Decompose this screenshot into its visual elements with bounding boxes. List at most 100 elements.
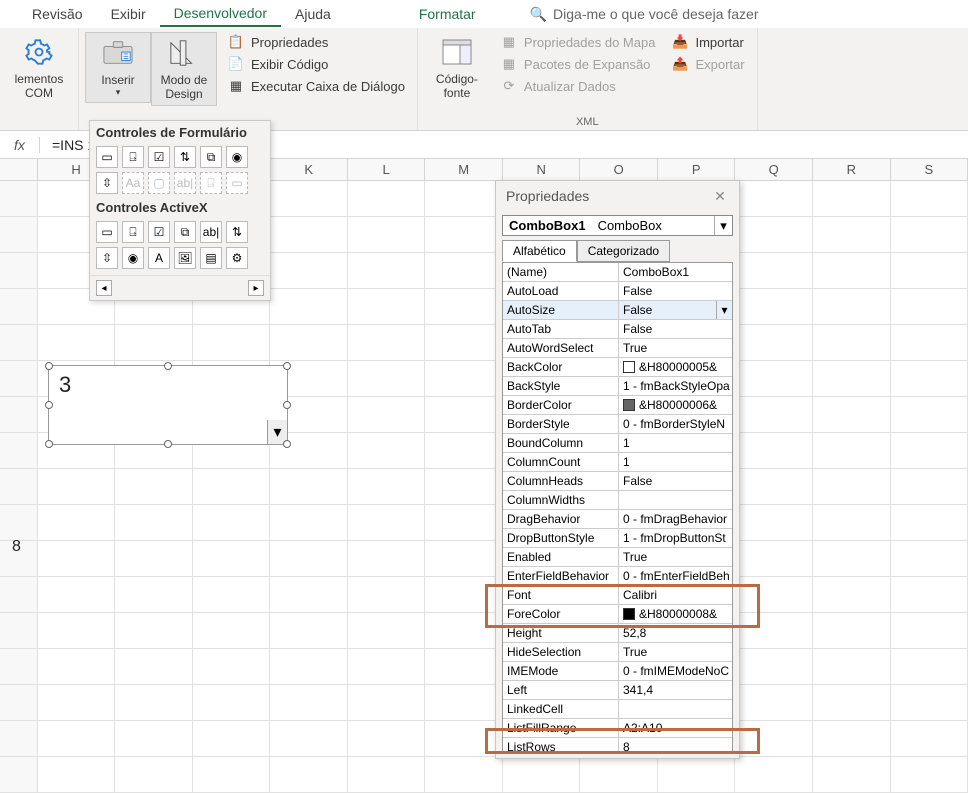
cell[interactable] [38, 325, 116, 361]
form-checkbox-icon[interactable]: ☑ [148, 146, 170, 168]
property-row[interactable]: BackColor&H80000005& [503, 358, 732, 377]
cell[interactable] [348, 181, 426, 217]
cell[interactable] [735, 253, 813, 289]
property-row[interactable]: (Name)ComboBox1 [503, 263, 732, 282]
cell[interactable] [193, 577, 271, 613]
fx-icon[interactable]: fx [0, 137, 40, 153]
tab-revisao[interactable]: Revisão [18, 2, 97, 26]
tab-categorized[interactable]: Categorizado [577, 240, 670, 262]
cell[interactable] [270, 757, 348, 793]
flyout-next-button[interactable]: ▸ [248, 280, 264, 296]
cell[interactable] [813, 541, 891, 577]
property-value[interactable]: False [619, 472, 732, 490]
cell[interactable] [813, 505, 891, 541]
xml-source-button[interactable]: Código- fonte [424, 32, 490, 104]
ax-combo-icon[interactable]: ⍈ [122, 221, 144, 243]
property-row[interactable]: Height52,8 [503, 624, 732, 643]
property-row[interactable]: EnabledTrue [503, 548, 732, 567]
ax-toggle-icon[interactable]: ▤ [200, 247, 222, 269]
property-row[interactable]: ColumnCount1 [503, 453, 732, 472]
cell[interactable] [115, 685, 193, 721]
cell[interactable] [735, 469, 813, 505]
property-value[interactable]: 8 [619, 738, 732, 752]
cell[interactable] [735, 289, 813, 325]
cell[interactable] [735, 721, 813, 757]
property-value[interactable]: True [619, 339, 732, 357]
property-value[interactable]: &H80000005& [619, 358, 732, 376]
property-value[interactable]: 0 - fmIMEModeNoC [619, 662, 732, 680]
cell[interactable] [425, 541, 503, 577]
property-value[interactable]: 0 - fmDragBehavior [619, 510, 732, 528]
cell[interactable] [735, 541, 813, 577]
cell[interactable] [425, 397, 503, 433]
cell[interactable] [348, 397, 426, 433]
property-row[interactable]: AutoLoadFalse [503, 282, 732, 301]
row-header[interactable] [0, 505, 38, 541]
cell[interactable] [425, 505, 503, 541]
close-icon[interactable]: ✕ [711, 187, 729, 205]
cell[interactable] [813, 757, 891, 793]
property-row[interactable]: AutoWordSelectTrue [503, 339, 732, 358]
cell[interactable] [193, 325, 271, 361]
cell[interactable] [425, 469, 503, 505]
cell[interactable] [813, 577, 891, 613]
tab-desenvolvedor[interactable]: Desenvolvedor [160, 1, 281, 27]
row-header[interactable] [0, 181, 38, 217]
property-row[interactable]: AutoSizeFalse▾ [503, 301, 732, 320]
property-value[interactable]: True [619, 548, 732, 566]
cell[interactable] [270, 541, 348, 577]
cell[interactable] [425, 757, 503, 793]
cell[interactable] [38, 685, 116, 721]
cell[interactable] [735, 505, 813, 541]
row-header[interactable] [0, 469, 38, 505]
cell[interactable] [891, 361, 968, 397]
cell[interactable] [735, 181, 813, 217]
cell[interactable] [425, 361, 503, 397]
cell[interactable] [193, 757, 271, 793]
view-code-button[interactable]: 📄 Exibir Código [221, 54, 411, 74]
cell[interactable] [891, 541, 968, 577]
row-header[interactable] [0, 361, 38, 397]
cell[interactable] [270, 505, 348, 541]
cell[interactable] [891, 757, 968, 793]
row-header[interactable] [0, 433, 38, 469]
cell[interactable] [115, 757, 193, 793]
tab-exibir[interactable]: Exibir [97, 2, 160, 26]
tab-formatar[interactable]: Formatar [405, 2, 490, 26]
property-row[interactable]: BackStyle1 - fmBackStyleOpa [503, 377, 732, 396]
properties-grid[interactable]: (Name)ComboBox1AutoLoadFalseAutoSizeFals… [502, 262, 733, 752]
cell[interactable] [891, 253, 968, 289]
cell[interactable] [270, 253, 348, 289]
property-value[interactable]: 1 [619, 453, 732, 471]
resize-handle[interactable] [45, 362, 53, 370]
cell[interactable] [425, 721, 503, 757]
property-row[interactable]: DragBehavior0 - fmDragBehavior [503, 510, 732, 529]
cell[interactable] [735, 613, 813, 649]
cell[interactable] [425, 649, 503, 685]
property-value[interactable]: &H80000006& [619, 396, 732, 414]
cell[interactable] [348, 217, 426, 253]
cell[interactable] [503, 757, 581, 793]
chevron-down-icon[interactable]: ▾ [716, 301, 732, 319]
form-scrollbar-icon[interactable]: ⇳ [96, 172, 118, 194]
cell[interactable] [735, 685, 813, 721]
cell[interactable] [735, 217, 813, 253]
cell[interactable] [38, 505, 116, 541]
property-row[interactable]: ColumnWidths [503, 491, 732, 510]
combobox-on-sheet[interactable]: 3 ▾ [48, 365, 288, 445]
cell[interactable] [348, 253, 426, 289]
col-R[interactable]: R [813, 159, 891, 180]
design-mode-button[interactable]: Modo de Design [151, 32, 217, 106]
col-Q[interactable]: Q [735, 159, 813, 180]
cell[interactable] [38, 613, 116, 649]
cell[interactable] [270, 685, 348, 721]
cell[interactable] [891, 685, 968, 721]
cell[interactable] [348, 757, 426, 793]
row-header[interactable] [0, 649, 38, 685]
cell[interactable] [348, 613, 426, 649]
cell[interactable] [425, 685, 503, 721]
cell[interactable] [115, 613, 193, 649]
form-listbox-icon[interactable]: ⧉ [200, 146, 222, 168]
row-header[interactable] [0, 721, 38, 757]
property-row[interactable]: ColumnHeadsFalse [503, 472, 732, 491]
